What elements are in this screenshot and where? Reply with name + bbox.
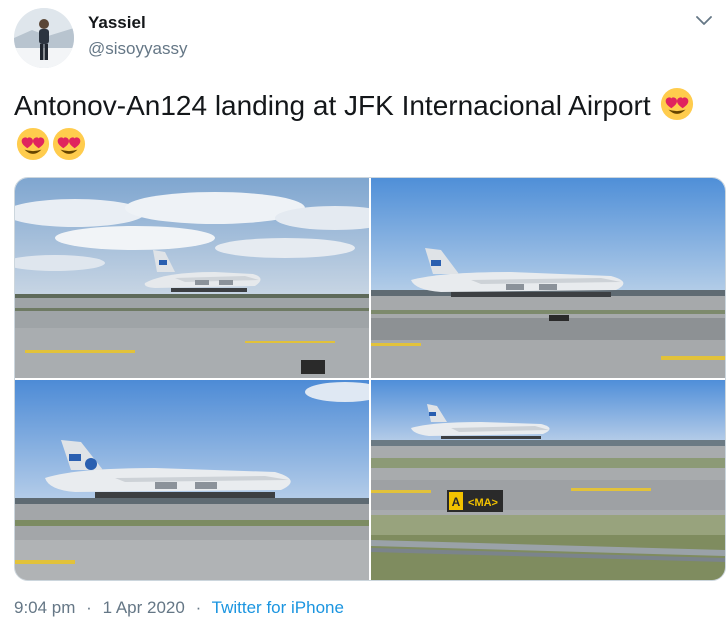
- airplane-photo-image: A <MA>: [371, 380, 725, 580]
- avatar[interactable]: [14, 8, 74, 68]
- airplane-photo-image: [15, 178, 369, 378]
- sign-letters-ma: <MA>: [468, 497, 498, 509]
- photo-1[interactable]: [15, 178, 369, 378]
- airplane-photo-image: [371, 178, 725, 378]
- tweet-text: Antonov-An124 landing at JFK Internacion…: [14, 86, 714, 166]
- display-name[interactable]: Yassiel: [88, 13, 146, 33]
- photo-3[interactable]: [15, 380, 369, 580]
- user-handle[interactable]: @sisoyyassy: [88, 39, 187, 59]
- separator: ·: [195, 598, 202, 617]
- media-grid: A <MA>: [14, 177, 726, 581]
- tweet-text-content: Antonov-An124 landing at JFK Internacion…: [14, 90, 651, 121]
- chevron-down-icon: [696, 16, 712, 25]
- avatar-image: [14, 8, 74, 68]
- photo-4[interactable]: A <MA>: [371, 380, 725, 580]
- more-options-button[interactable]: [693, 10, 715, 32]
- airplane-photo-image: [15, 380, 369, 580]
- photo-2[interactable]: [371, 178, 725, 378]
- heart-eyes-emoji-icon: [661, 87, 694, 121]
- tweet-date[interactable]: 1 Apr 2020: [103, 598, 185, 617]
- separator: ·: [86, 598, 92, 617]
- heart-eyes-emoji-icon: [52, 127, 86, 161]
- tweet-source-link[interactable]: Twitter for iPhone: [212, 598, 344, 617]
- sign-letter-a: A: [452, 495, 461, 509]
- tweet-footer: 9:04 pm · 1 Apr 2020 · Twitter for iPhon…: [14, 598, 344, 618]
- heart-eyes-emoji-icon: [16, 127, 50, 161]
- tweet-time[interactable]: 9:04 pm: [14, 598, 75, 617]
